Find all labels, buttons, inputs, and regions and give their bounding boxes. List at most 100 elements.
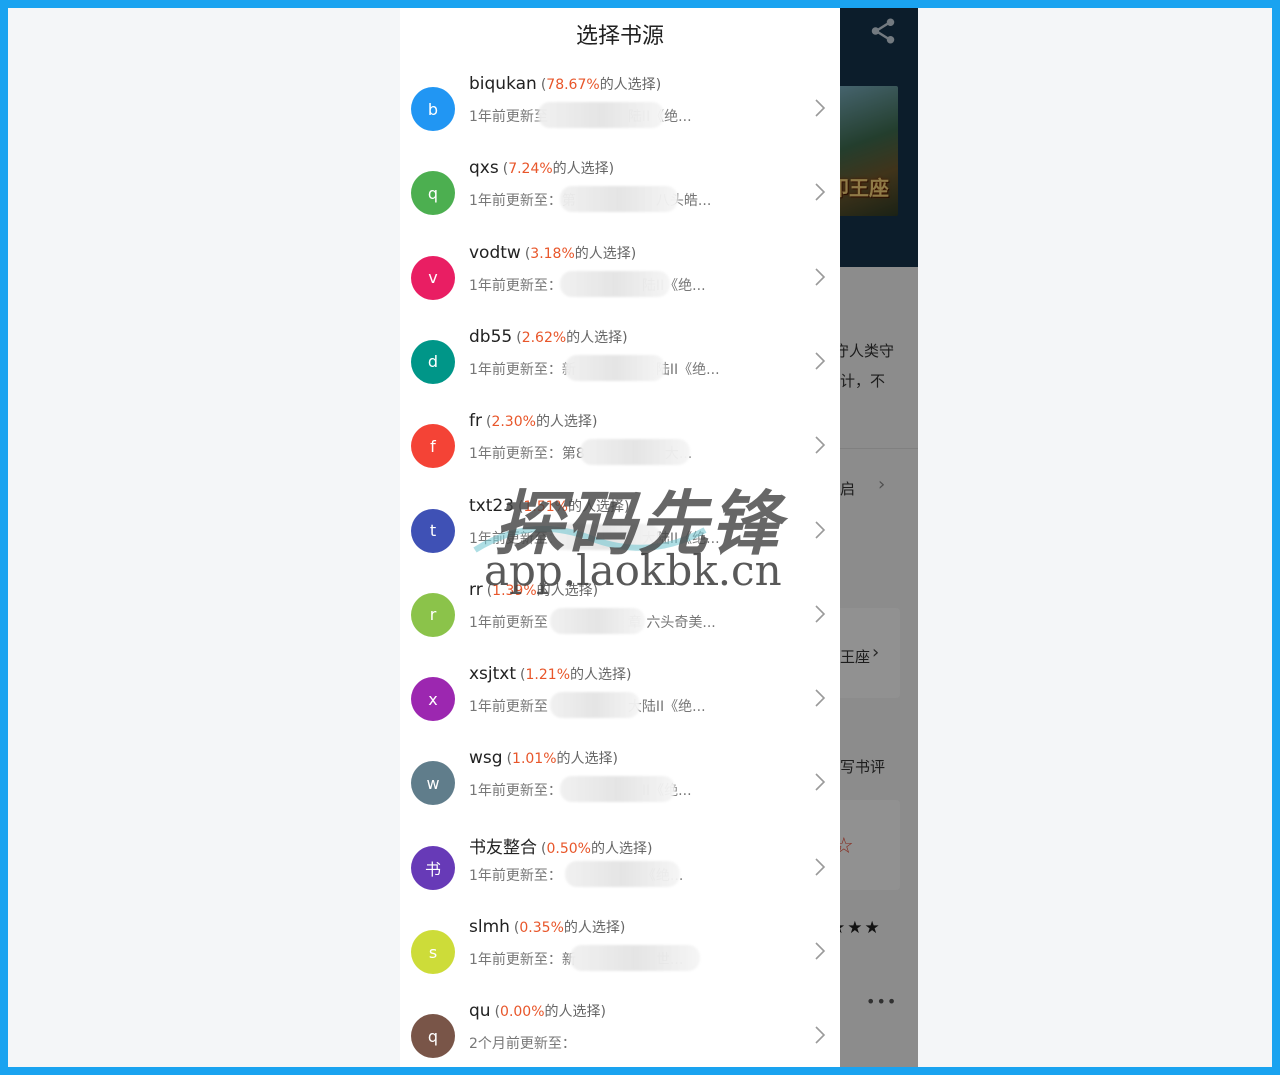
source-update-prefix: 1年前更新至：第8 bbox=[469, 446, 585, 463]
source-avatar: q bbox=[411, 171, 455, 216]
source-percent: (1.01%的人选择) bbox=[506, 751, 618, 768]
source-update-prefix: 1年前更新至：新 bbox=[469, 361, 576, 378]
source-avatar: t bbox=[411, 508, 455, 553]
redaction-blur bbox=[580, 439, 690, 466]
source-update-prefix: 1年前更新至 bbox=[469, 699, 548, 716]
source-percent-value: 0.35% bbox=[519, 920, 564, 936]
redaction-blur bbox=[570, 945, 700, 971]
source-name: rr bbox=[469, 579, 483, 600]
source-update-prefix: 1年前更新至 bbox=[469, 614, 548, 631]
source-name: xsjtxt bbox=[469, 664, 517, 685]
source-avatar: b bbox=[411, 87, 455, 131]
source-avatar: f bbox=[411, 424, 455, 469]
source-avatar: r bbox=[411, 592, 455, 637]
redaction-blur bbox=[538, 102, 664, 128]
source-name: slmh bbox=[469, 917, 510, 937]
source-name-line: slmh (0.35%的人选择) bbox=[469, 917, 625, 937]
chevron-right-icon bbox=[815, 520, 826, 539]
source-percent-value: 0.50% bbox=[546, 840, 591, 857]
source-item[interactable]: x xsjtxt (1.21%的人选择) 1年前更新至 大陆II《绝... bbox=[400, 648, 840, 732]
source-percent-value: 7.24% bbox=[508, 161, 553, 178]
source-name: biqukan bbox=[469, 74, 537, 94]
source-name-line: fr (2.30%的人选择) bbox=[469, 411, 597, 431]
source-name-line: xsjtxt (1.21%的人选择) bbox=[469, 664, 631, 684]
source-avatar: d bbox=[411, 339, 455, 384]
chevron-right-icon bbox=[815, 942, 826, 960]
source-percent-suffix: 的人选择 bbox=[590, 840, 647, 857]
source-percent: (3.18%的人选择) bbox=[524, 245, 637, 262]
redaction-blur bbox=[560, 776, 675, 803]
source-name-line: 书友整合 (0.50%的人选择) bbox=[469, 833, 652, 858]
source-name-line: qu (0.00%的人选择) bbox=[469, 1001, 606, 1021]
source-update-prefix: 1年前更新至：新 bbox=[469, 952, 576, 968]
source-update-line: 2个月前更新至： bbox=[469, 1033, 739, 1053]
source-percent: (78.67%的人选择) bbox=[540, 77, 662, 93]
chevron-right-icon bbox=[815, 689, 826, 707]
source-item[interactable]: ffr(2.30%的人选择)1年前更新至：第8大... bbox=[400, 395, 840, 479]
source-percent-suffix: 的人选择 bbox=[552, 161, 609, 178]
source-update-prefix: 1年前更新至 bbox=[469, 109, 548, 125]
chevron-right-icon bbox=[815, 99, 826, 117]
source-percent-suffix: 的人选择 bbox=[599, 77, 656, 93]
source-update-prefix: 1年前更新至： bbox=[469, 277, 562, 294]
redaction-blur bbox=[560, 186, 678, 213]
source-percent-suffix: 的人选择 bbox=[574, 245, 631, 262]
source-percent: (1.21%的人选择) bbox=[520, 667, 632, 684]
source-percent-value: 3.18% bbox=[530, 245, 575, 262]
source-update-prefix: 1年前更新至： bbox=[469, 783, 562, 800]
source-item[interactable]: wwsg(1.01%的人选择)1年前更新至：II《绝... bbox=[400, 732, 840, 816]
source-item[interactable]: bbiqukan(78.67%的人选择)1年前更新至陆II《绝... bbox=[400, 58, 840, 142]
source-percent-suffix: 的人选择 bbox=[535, 414, 592, 431]
redaction-blur bbox=[550, 607, 645, 634]
source-name: qxs bbox=[469, 158, 499, 179]
source-avatar: s bbox=[411, 930, 455, 974]
source-percent: (0.50%的人选择) bbox=[541, 840, 653, 857]
source-update-prefix: 2个月前更新至： bbox=[469, 1036, 576, 1053]
source-avatar: 书 bbox=[411, 845, 455, 890]
source-avatar: q bbox=[411, 1014, 455, 1059]
source-name-line: db55 (2.62%的人选择) bbox=[469, 327, 628, 347]
chevron-right-icon bbox=[815, 1026, 826, 1044]
source-percent-suffix: 的人选择 bbox=[544, 1004, 601, 1021]
chevron-right-icon bbox=[815, 183, 826, 201]
source-item[interactable]: v vodtw (3.18%的人选择) 1年前更新至： 陆II《绝... bbox=[400, 227, 840, 311]
redaction-blur bbox=[565, 860, 680, 887]
source-percent: (7.24%的人选择) bbox=[502, 161, 615, 178]
source-percent-value: 78.67% bbox=[546, 77, 600, 93]
source-percent-value: 2.30% bbox=[491, 414, 536, 431]
source-item[interactable]: d db55 (2.62%的人选择) 1年前更新至：新 陆II《绝... bbox=[400, 311, 840, 395]
source-percent-suffix: 的人选择 bbox=[556, 751, 613, 768]
source-percent: (0.35%的人选择) bbox=[513, 920, 626, 936]
source-percent-suffix: 的人选择 bbox=[563, 920, 620, 936]
source-percent: (2.62%的人选择) bbox=[516, 329, 628, 346]
source-percent-value: 1.01% bbox=[512, 751, 557, 768]
redaction-blur bbox=[565, 354, 665, 381]
source-avatar: v bbox=[411, 255, 455, 300]
source-percent: (0.00%的人选择) bbox=[494, 1004, 606, 1021]
source-percent-value: 2.62% bbox=[521, 329, 567, 346]
source-percent: (2.30%的人选择) bbox=[485, 414, 598, 431]
source-name-line: wsg (1.01%的人选择) bbox=[469, 748, 618, 768]
source-percent-suffix: 的人选择 bbox=[566, 329, 623, 346]
source-percent-value: 1.21% bbox=[525, 667, 570, 684]
source-update-tail: 陆II《绝... bbox=[655, 361, 720, 378]
chevron-right-icon bbox=[815, 858, 826, 876]
source-avatar: w bbox=[411, 761, 455, 806]
source-item[interactable]: q qu (0.00%的人选择) 2个月前更新至： bbox=[400, 985, 840, 1067]
source-percent-value: 0.00% bbox=[500, 1004, 545, 1021]
chevron-right-icon bbox=[815, 436, 826, 454]
source-percent-suffix: 的人选择 bbox=[570, 667, 626, 684]
chevron-right-icon bbox=[815, 605, 826, 623]
source-item[interactable]: 书书友整合(0.50%的人选择)1年前更新至：《绝... bbox=[400, 817, 840, 901]
source-name-line: qxs (7.24%的人选择) bbox=[469, 158, 614, 178]
source-name-line: vodtw (3.18%的人选择) bbox=[469, 243, 636, 263]
source-update-prefix: 1年前更新至： bbox=[469, 867, 562, 884]
sheet-title: 选择书源 bbox=[575, 24, 664, 49]
source-item[interactable]: sslmh(0.35%的人选择)1年前更新至：新世... bbox=[400, 901, 840, 985]
redaction-blur bbox=[560, 270, 670, 297]
source-name-line: biqukan (78.67%的人选择) bbox=[469, 74, 661, 94]
source-name: db55 bbox=[469, 326, 513, 347]
source-avatar: x bbox=[411, 677, 455, 722]
source-name: fr bbox=[469, 411, 482, 432]
source-item[interactable]: q qxs (7.24%的人选择) 1年前更新至：第 八头皓... bbox=[400, 142, 840, 226]
